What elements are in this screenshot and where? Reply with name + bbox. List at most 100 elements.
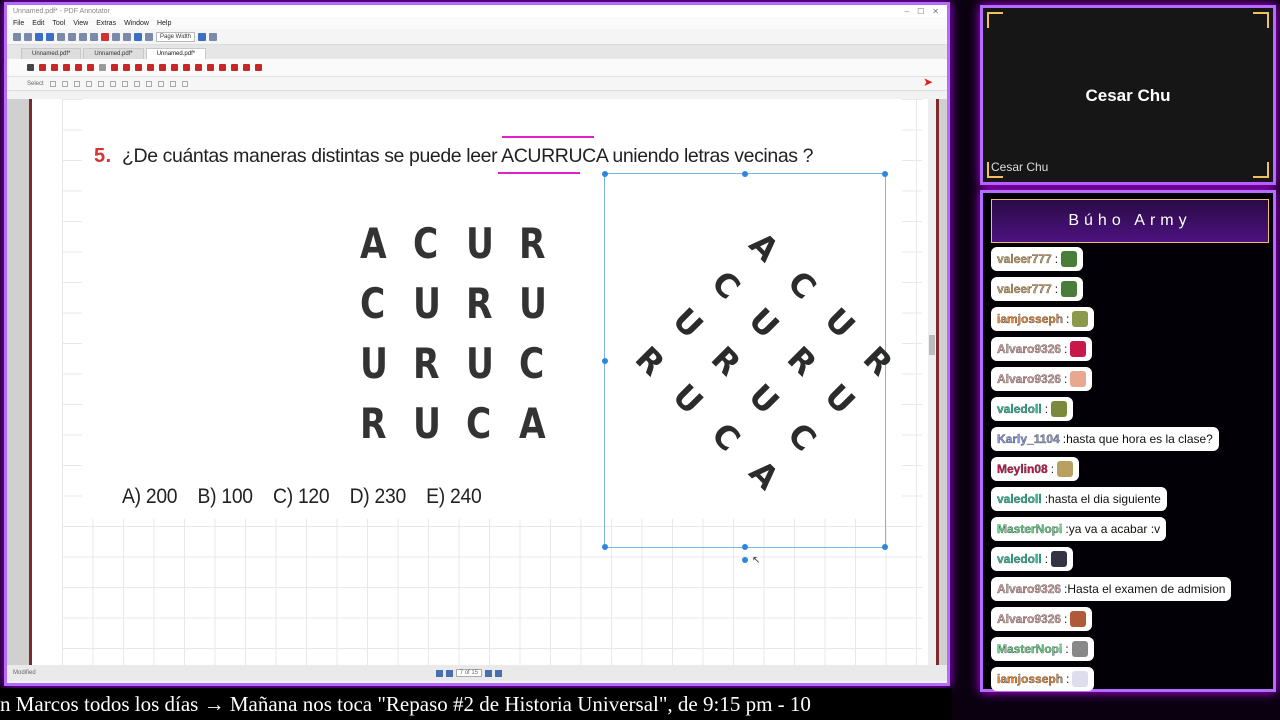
chat-username[interactable]: MasterNopi bbox=[997, 642, 1063, 656]
arrow-tool-icon[interactable] bbox=[135, 64, 142, 71]
add-page-icon[interactable] bbox=[198, 32, 207, 41]
group-icon[interactable] bbox=[169, 80, 176, 87]
chat-username[interactable]: valeer777 bbox=[997, 252, 1052, 266]
cut-icon[interactable] bbox=[68, 32, 76, 41]
select-tool-icon[interactable] bbox=[27, 64, 34, 71]
undo-icon[interactable] bbox=[112, 32, 120, 41]
group-icon[interactable] bbox=[181, 80, 188, 87]
page-indicator[interactable]: 7 of 15 bbox=[455, 669, 483, 677]
menu-extras[interactable]: Extras bbox=[96, 20, 116, 27]
pencil-icon[interactable] bbox=[231, 64, 238, 71]
window-title: Unnamed.pdf* - PDF Annotator bbox=[13, 7, 110, 15]
copy-icon[interactable] bbox=[79, 32, 87, 41]
last-page-icon[interactable] bbox=[495, 669, 503, 677]
tab-document-2[interactable]: Unnamed.pdf* bbox=[83, 48, 144, 59]
crop-icon[interactable] bbox=[207, 64, 214, 71]
menu-tool[interactable]: Tool bbox=[52, 20, 65, 27]
chat-username[interactable]: Meylin08 bbox=[997, 462, 1048, 476]
resize-handle[interactable] bbox=[602, 357, 608, 364]
highlighter-icon[interactable] bbox=[75, 64, 82, 71]
chat-message: Alvaro9326: Hasta el examen de admision bbox=[991, 577, 1277, 607]
chat-username[interactable]: Alvaro9326 bbox=[997, 342, 1061, 356]
chat-separator: : bbox=[1065, 642, 1069, 656]
magnifier-icon[interactable] bbox=[63, 64, 70, 71]
chat-username[interactable]: Alvaro9326 bbox=[997, 372, 1061, 386]
tab-document-1[interactable]: Unnamed.pdf* bbox=[21, 48, 82, 59]
chat-username[interactable]: valeer777 bbox=[997, 282, 1052, 296]
pen-tool-icon[interactable] bbox=[39, 64, 46, 71]
property-icon[interactable] bbox=[85, 80, 92, 87]
rotate-handle[interactable] bbox=[742, 557, 748, 564]
zoom-select[interactable]: Page Width bbox=[156, 31, 196, 42]
distribute-icon[interactable] bbox=[145, 80, 152, 87]
scissors-icon[interactable] bbox=[219, 64, 226, 71]
tab-document-3[interactable]: Unnamed.pdf* bbox=[145, 48, 207, 59]
ellipse-tool-icon[interactable] bbox=[159, 64, 166, 71]
open-icon[interactable] bbox=[24, 32, 32, 41]
property-icon[interactable] bbox=[73, 80, 80, 87]
resize-handle[interactable] bbox=[742, 171, 748, 177]
chat-bubble: valedoll: bbox=[991, 397, 1074, 421]
align-icon[interactable] bbox=[97, 80, 104, 87]
lasso-icon[interactable] bbox=[183, 64, 190, 71]
maximize-icon[interactable]: ☐ bbox=[917, 7, 924, 16]
property-icon[interactable] bbox=[61, 80, 68, 87]
stamp-icon[interactable] bbox=[111, 64, 118, 71]
chat-username[interactable]: Alvaro9326 bbox=[997, 582, 1061, 596]
resize-handle[interactable] bbox=[602, 544, 608, 550]
new-icon[interactable] bbox=[13, 32, 21, 41]
distribute-icon[interactable] bbox=[157, 80, 164, 87]
link-icon[interactable] bbox=[243, 64, 250, 71]
heart-stamp-icon[interactable] bbox=[255, 64, 262, 71]
redo-icon[interactable] bbox=[123, 32, 131, 41]
save-icon[interactable] bbox=[35, 32, 43, 41]
pink-arrow-annotation[interactable] bbox=[502, 136, 594, 138]
resize-handle[interactable] bbox=[882, 171, 888, 177]
shape-tool-icon[interactable] bbox=[171, 64, 178, 71]
resize-handle[interactable] bbox=[882, 544, 888, 550]
zoom-icon[interactable] bbox=[145, 32, 153, 41]
first-page-icon[interactable] bbox=[435, 669, 443, 677]
chat-username[interactable]: iamjosseph bbox=[997, 672, 1063, 686]
resize-handle[interactable] bbox=[602, 171, 608, 177]
menu-edit[interactable]: Edit bbox=[32, 20, 44, 27]
menu-window[interactable]: Window bbox=[124, 20, 149, 27]
align-icon[interactable] bbox=[121, 80, 128, 87]
image-tool-icon[interactable] bbox=[195, 64, 202, 71]
letter-cell: R bbox=[360, 399, 387, 448]
menu-help[interactable]: Help bbox=[157, 20, 171, 27]
chat-separator: : bbox=[1054, 252, 1059, 266]
delete-icon[interactable] bbox=[101, 32, 109, 41]
fit-icon[interactable] bbox=[209, 32, 218, 41]
prev-page-icon[interactable] bbox=[445, 669, 453, 677]
minimize-icon[interactable]: – bbox=[905, 7, 909, 16]
vertical-scrollbar[interactable] bbox=[928, 99, 936, 665]
resize-handle[interactable] bbox=[742, 544, 748, 550]
save-as-icon[interactable] bbox=[46, 32, 54, 41]
paste-icon[interactable] bbox=[90, 32, 98, 41]
close-icon[interactable]: ✕ bbox=[932, 7, 939, 16]
text-tool-icon[interactable] bbox=[99, 64, 106, 71]
align-icon[interactable] bbox=[133, 80, 140, 87]
chat-username[interactable]: valedoll bbox=[997, 402, 1042, 416]
rectangle-tool-icon[interactable] bbox=[147, 64, 154, 71]
next-page-icon[interactable] bbox=[485, 669, 493, 677]
chat-username[interactable]: valedoll bbox=[997, 492, 1042, 506]
chat-username[interactable]: iamjosseph bbox=[997, 312, 1063, 326]
find-icon[interactable] bbox=[134, 32, 142, 41]
line-tool-icon[interactable] bbox=[123, 64, 130, 71]
align-icon[interactable] bbox=[109, 80, 116, 87]
chat-username[interactable]: MasterNopi bbox=[997, 522, 1063, 536]
menu-view[interactable]: View bbox=[73, 20, 88, 27]
eraser-icon[interactable] bbox=[51, 64, 58, 71]
pink-arrow-annotation[interactable] bbox=[498, 172, 580, 174]
scrollbar-thumb[interactable] bbox=[929, 335, 935, 355]
print-icon[interactable] bbox=[57, 32, 65, 41]
chat-username[interactable]: Alvaro9326 bbox=[997, 612, 1061, 626]
menu-file[interactable]: File bbox=[13, 20, 24, 27]
chat-bubble: valeer777: bbox=[991, 247, 1084, 271]
property-icon[interactable] bbox=[49, 80, 56, 87]
chat-username[interactable]: valedoll bbox=[997, 552, 1042, 566]
marker-icon[interactable] bbox=[87, 64, 94, 71]
chat-username[interactable]: Karly_1104 bbox=[997, 432, 1060, 446]
